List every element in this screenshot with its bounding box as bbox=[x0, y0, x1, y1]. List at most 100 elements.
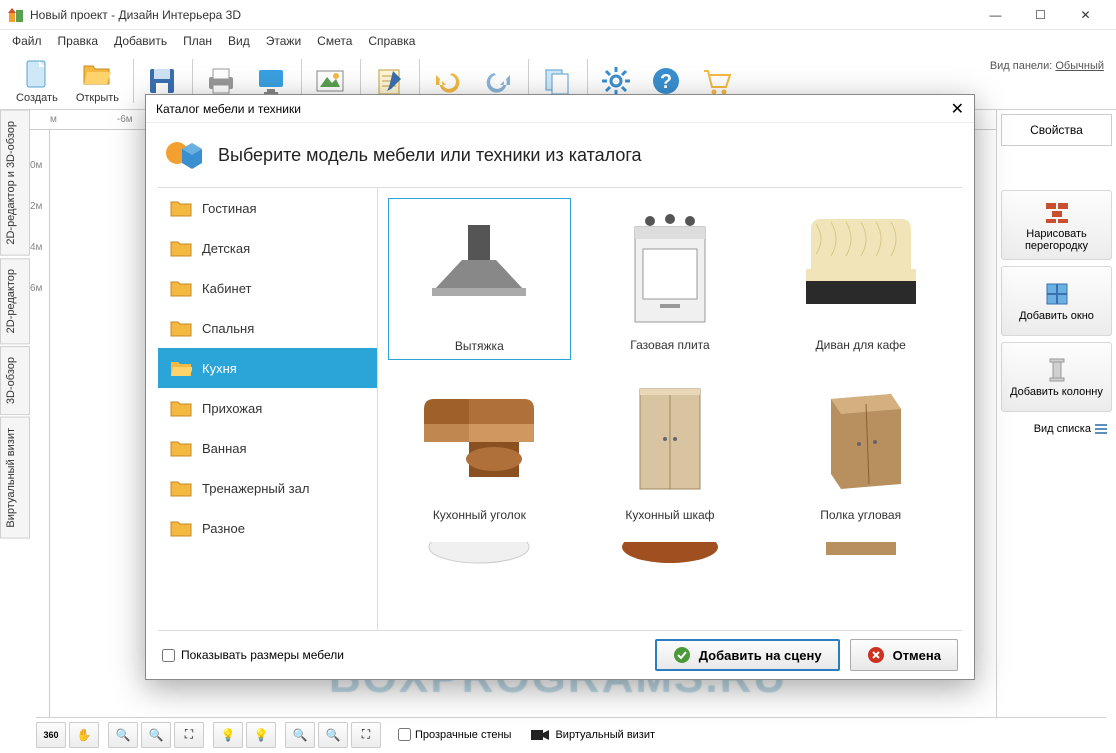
save-icon bbox=[146, 65, 178, 97]
ok-icon bbox=[673, 646, 691, 664]
transparent-walls-checkbox[interactable] bbox=[398, 728, 411, 741]
minimize-button[interactable]: — bbox=[973, 0, 1018, 30]
tool-fit-2[interactable]: ⛶ bbox=[351, 722, 381, 748]
notepad-icon bbox=[373, 65, 405, 97]
tool-zoom-in[interactable]: 🔍 bbox=[141, 722, 171, 748]
menu-estimate[interactable]: Смета bbox=[309, 31, 360, 51]
undo-icon bbox=[432, 65, 464, 97]
virtual-visit-button[interactable]: Виртуальный визит bbox=[531, 728, 655, 742]
show-sizes-check[interactable]: Показывать размеры мебели bbox=[162, 648, 344, 662]
modal-close-button[interactable]: ✕ bbox=[951, 99, 964, 119]
vtab-virtual[interactable]: Виртуальный визит bbox=[0, 417, 30, 539]
menu-floors[interactable]: Этажи bbox=[258, 31, 309, 51]
transparent-walls-check[interactable]: Прозрачные стены bbox=[398, 728, 511, 741]
tool-zoom-in-2[interactable]: 🔍 bbox=[318, 722, 348, 748]
list-icon[interactable] bbox=[1094, 422, 1108, 436]
item-stove[interactable]: Газовая плита bbox=[579, 198, 762, 360]
category-kids[interactable]: Детская bbox=[158, 228, 377, 268]
modal-header: Выберите модель мебели или техники из ка… bbox=[146, 123, 974, 187]
vtab-2d[interactable]: 2D-редактор bbox=[0, 258, 30, 344]
maximize-button[interactable]: ☐ bbox=[1018, 0, 1063, 30]
properties-tab[interactable]: Свойства bbox=[1001, 114, 1112, 146]
help-icon: ? bbox=[650, 65, 682, 97]
app-icon bbox=[8, 7, 24, 23]
item-cafe-sofa[interactable]: Диван для кафе bbox=[769, 198, 952, 360]
shelf-icon bbox=[811, 542, 911, 572]
category-list: Гостиная Детская Кабинет Спальня Кухня П… bbox=[158, 188, 378, 630]
modal-footer: Показывать размеры мебели Добавить на сц… bbox=[146, 631, 974, 679]
menu-edit[interactable]: Правка bbox=[50, 31, 107, 51]
monitor-icon bbox=[255, 65, 287, 97]
modal-header-text: Выберите модель мебели или техники из ка… bbox=[218, 145, 642, 166]
add-window-button[interactable]: Добавить окно bbox=[1001, 266, 1112, 336]
menu-view[interactable]: Вид bbox=[220, 31, 258, 51]
draw-partition-button[interactable]: Нарисовать перегородку bbox=[1001, 190, 1112, 260]
printer-icon bbox=[205, 65, 237, 97]
new-file-icon bbox=[21, 58, 53, 90]
item-partial-2[interactable] bbox=[579, 536, 762, 578]
catalog-icon bbox=[164, 135, 204, 175]
stove-icon bbox=[625, 209, 715, 329]
tool-zoom-out-2[interactable]: 🔍 bbox=[285, 722, 315, 748]
corner-seat-icon bbox=[414, 384, 544, 494]
window-title: Новый проект - Дизайн Интерьера 3D bbox=[30, 8, 973, 22]
menubar: Файл Правка Добавить План Вид Этажи Смет… bbox=[0, 30, 1116, 52]
ruler-left: 0м 2м 4м 6м bbox=[30, 130, 50, 717]
folder-icon bbox=[170, 399, 192, 417]
tool-open[interactable]: Открыть bbox=[68, 56, 127, 106]
category-office[interactable]: Кабинет bbox=[158, 268, 377, 308]
item-cabinet[interactable]: Кухонный шкаф bbox=[579, 368, 762, 528]
tool-zoom-out[interactable]: 🔍 bbox=[108, 722, 138, 748]
item-corner-shelf[interactable]: Полка угловая bbox=[769, 368, 952, 528]
category-gym[interactable]: Тренажерный зал bbox=[158, 468, 377, 508]
menu-help[interactable]: Справка bbox=[360, 31, 423, 51]
round-table-icon bbox=[615, 542, 725, 572]
tool-light2[interactable]: 💡 bbox=[246, 722, 276, 748]
right-panel: Свойства Нарисовать перегородку Добавить… bbox=[996, 110, 1116, 717]
tool-fit[interactable]: ⛶ bbox=[174, 722, 204, 748]
item-partial-3[interactable] bbox=[769, 536, 952, 578]
add-column-button[interactable]: Добавить колонну bbox=[1001, 342, 1112, 412]
item-hood[interactable]: Вытяжка bbox=[388, 198, 571, 360]
list-view-label: Вид списка bbox=[1001, 418, 1112, 440]
category-bath[interactable]: Ванная bbox=[158, 428, 377, 468]
folder-open-icon bbox=[81, 58, 113, 90]
menu-plan[interactable]: План bbox=[175, 31, 220, 51]
corner-shelf-icon bbox=[811, 384, 911, 494]
sofa-icon bbox=[796, 214, 926, 324]
cancel-button[interactable]: Отмена bbox=[850, 639, 958, 671]
tool-create[interactable]: Создать bbox=[8, 56, 66, 106]
table-icon bbox=[424, 542, 534, 572]
add-to-scene-button[interactable]: Добавить на сцену bbox=[655, 639, 840, 671]
category-kitchen[interactable]: Кухня bbox=[158, 348, 377, 388]
category-living[interactable]: Гостиная bbox=[158, 188, 377, 228]
vtab-2d-3d[interactable]: 2D-редактор и 3D-обзор bbox=[0, 110, 30, 256]
item-grid: Вытяжка Газовая плита Диван для кафе Кух… bbox=[378, 188, 962, 630]
item-corner-seat[interactable]: Кухонный уголок bbox=[388, 368, 571, 528]
tool-pan[interactable]: ✋ bbox=[69, 722, 99, 748]
category-hall[interactable]: Прихожая bbox=[158, 388, 377, 428]
vertical-tabs: 2D-редактор и 3D-обзор 2D-редактор 3D-об… bbox=[0, 110, 30, 717]
tool-360[interactable]: 360 bbox=[36, 722, 66, 748]
menu-add[interactable]: Добавить bbox=[106, 31, 175, 51]
hood-icon bbox=[424, 220, 534, 320]
item-partial-1[interactable] bbox=[388, 536, 571, 578]
close-button[interactable]: ✕ bbox=[1063, 0, 1108, 30]
catalog-modal: Каталог мебели и техники ✕ Выберите моде… bbox=[145, 94, 975, 680]
menu-file[interactable]: Файл bbox=[4, 31, 50, 51]
cart-icon bbox=[700, 65, 732, 97]
window-icon bbox=[1044, 281, 1070, 307]
bottom-toolbar: 360 ✋ 🔍 🔍 ⛶ 💡 💡 🔍 🔍 ⛶ Прозрачные стены В… bbox=[36, 717, 1106, 747]
camera-icon bbox=[531, 728, 549, 742]
modal-body: Гостиная Детская Кабинет Спальня Кухня П… bbox=[158, 187, 962, 631]
folder-icon bbox=[170, 239, 192, 257]
tool-light[interactable]: 💡 bbox=[213, 722, 243, 748]
folder-icon bbox=[170, 479, 192, 497]
panel-mode-link[interactable]: Обычный bbox=[1055, 60, 1104, 72]
category-bedroom[interactable]: Спальня bbox=[158, 308, 377, 348]
show-sizes-checkbox[interactable] bbox=[162, 649, 175, 662]
vtab-3d[interactable]: 3D-обзор bbox=[0, 346, 30, 415]
category-misc[interactable]: Разное bbox=[158, 508, 377, 548]
separator bbox=[133, 59, 134, 103]
cancel-icon bbox=[867, 646, 885, 664]
